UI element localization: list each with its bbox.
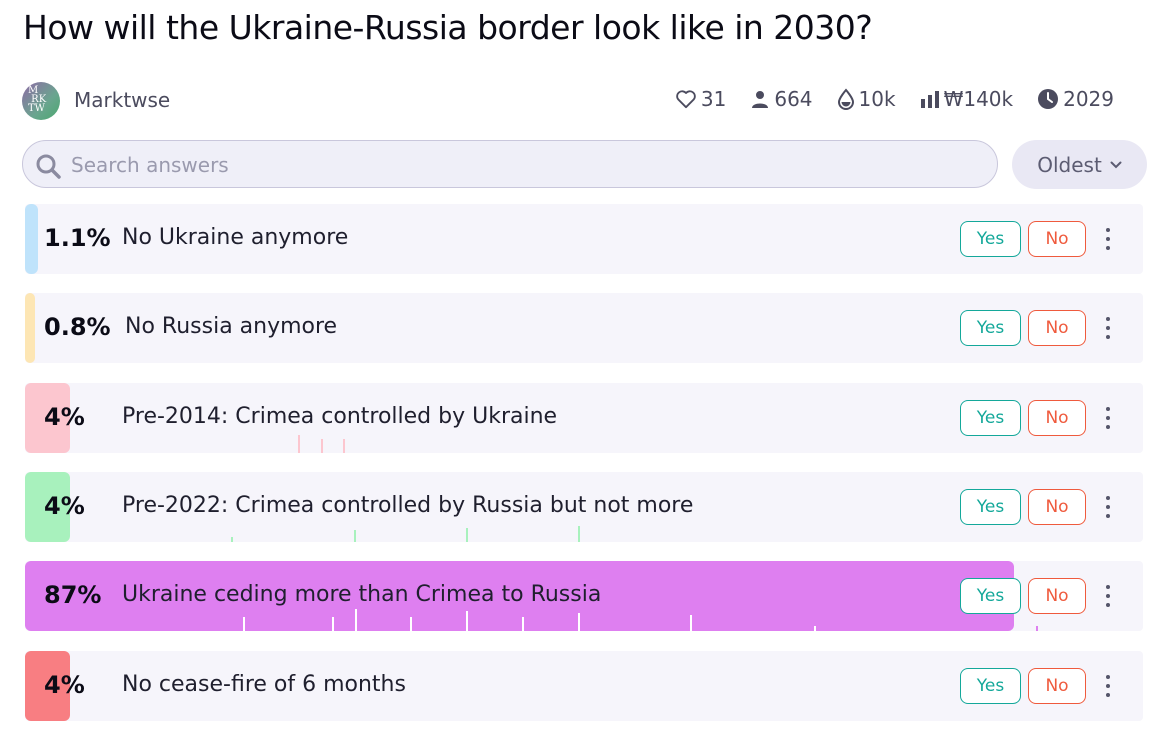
close-year: 2029	[1063, 87, 1114, 111]
search-input[interactable]	[69, 149, 973, 181]
avatar-logo-text: M RK TW	[28, 85, 47, 114]
answer-probability: 4%	[44, 403, 85, 431]
no-button[interactable]: No	[1028, 400, 1086, 436]
traders-count: 664	[774, 87, 813, 111]
yes-button[interactable]: Yes	[960, 578, 1021, 614]
yes-button[interactable]: Yes	[960, 489, 1021, 525]
history-tick	[298, 435, 300, 453]
page-title: How will the Ukraine-Russia border look …	[23, 8, 873, 47]
liquidity-stat: 10k	[837, 87, 896, 111]
market-stats: 31 664 10k ₩140k 2029	[651, 87, 1114, 111]
sort-dropdown[interactable]: Oldest	[1012, 140, 1147, 189]
no-button[interactable]: No	[1028, 221, 1086, 257]
answer-label: Pre-2014: Crimea controlled by Ukraine	[122, 404, 558, 429]
history-tick	[243, 617, 245, 631]
answer-row[interactable]: 0.8% No Russia anymore Yes No	[25, 293, 1143, 363]
history-tick	[332, 617, 334, 631]
history-tick	[466, 528, 468, 542]
history-tick	[578, 526, 580, 542]
history-tick	[466, 611, 468, 631]
history-tick	[1036, 626, 1038, 631]
history-tick	[354, 530, 356, 542]
history-tick	[578, 613, 580, 631]
yes-button[interactable]: Yes	[960, 668, 1021, 704]
yes-button[interactable]: Yes	[960, 400, 1021, 436]
more-options-icon[interactable]	[1100, 315, 1116, 341]
answer-label: No Russia anymore	[125, 314, 338, 339]
answer-label: No cease-fire of 6 months	[122, 672, 406, 697]
bar-chart-icon	[920, 91, 939, 108]
search-bar	[22, 140, 998, 188]
history-tick	[321, 439, 323, 453]
heart-icon	[676, 90, 696, 109]
history-tick	[814, 626, 816, 631]
user-icon	[752, 91, 769, 108]
answer-label: Ukraine ceding more than Crimea to Russi…	[122, 582, 602, 607]
close-date-stat: 2029	[1037, 87, 1114, 111]
history-tick	[343, 439, 345, 453]
clock-icon	[1038, 89, 1059, 109]
history-tick	[231, 537, 233, 542]
answer-label: Pre-2022: Crimea controlled by Russia bu…	[122, 493, 694, 518]
market-meta: M RK TW Marktwse 31 664 10k ₩140k 2029	[22, 82, 1122, 120]
answer-row[interactable]: 4% Pre-2022: Crimea controlled by Russia…	[25, 472, 1143, 542]
avatar[interactable]: M RK TW	[22, 82, 60, 120]
history-tick	[355, 609, 357, 631]
traders-stat: 664	[750, 87, 813, 111]
yes-button[interactable]: Yes	[960, 221, 1021, 257]
answer-probability: 4%	[44, 671, 85, 699]
search-icon	[36, 154, 61, 179]
answer-probability: 4%	[44, 492, 85, 520]
answer-row[interactable]: 1.1% No Ukraine anymore Yes No	[25, 204, 1143, 274]
yes-button[interactable]: Yes	[960, 310, 1021, 346]
probability-bar	[25, 293, 35, 363]
no-button[interactable]: No	[1028, 578, 1086, 614]
likes-count: 31	[700, 87, 727, 111]
answer-probability: 1.1%	[44, 224, 111, 252]
more-options-icon[interactable]	[1100, 583, 1116, 609]
droplet-icon	[837, 88, 854, 110]
sort-label: Oldest	[1037, 152, 1102, 177]
answer-row[interactable]: 4% No cease-fire of 6 months Yes No	[25, 651, 1143, 721]
no-button[interactable]: No	[1028, 310, 1086, 346]
author-name[interactable]: Marktwse	[74, 88, 170, 112]
more-options-icon[interactable]	[1100, 226, 1116, 252]
probability-bar	[25, 204, 38, 274]
chevron-down-icon	[1110, 161, 1122, 168]
volume-amount: ₩140k	[943, 87, 1014, 111]
answer-probability: 0.8%	[44, 313, 111, 341]
more-options-icon[interactable]	[1100, 494, 1116, 520]
answer-label: No Ukraine anymore	[122, 225, 349, 250]
volume-stat: ₩140k	[920, 87, 1014, 111]
no-button[interactable]: No	[1028, 489, 1086, 525]
history-tick	[690, 615, 692, 631]
answer-row[interactable]: 87% Ukraine ceding more than Crimea to R…	[25, 561, 1143, 631]
liquidity-amount: 10k	[858, 87, 896, 111]
likes-stat[interactable]: 31	[675, 87, 726, 111]
answer-row[interactable]: 4% Pre-2014: Crimea controlled by Ukrain…	[25, 383, 1143, 453]
history-tick	[410, 617, 412, 631]
more-options-icon[interactable]	[1100, 405, 1116, 431]
more-options-icon[interactable]	[1100, 673, 1116, 699]
no-button[interactable]: No	[1028, 668, 1086, 704]
answer-probability: 87%	[44, 581, 102, 609]
history-tick	[522, 617, 524, 631]
